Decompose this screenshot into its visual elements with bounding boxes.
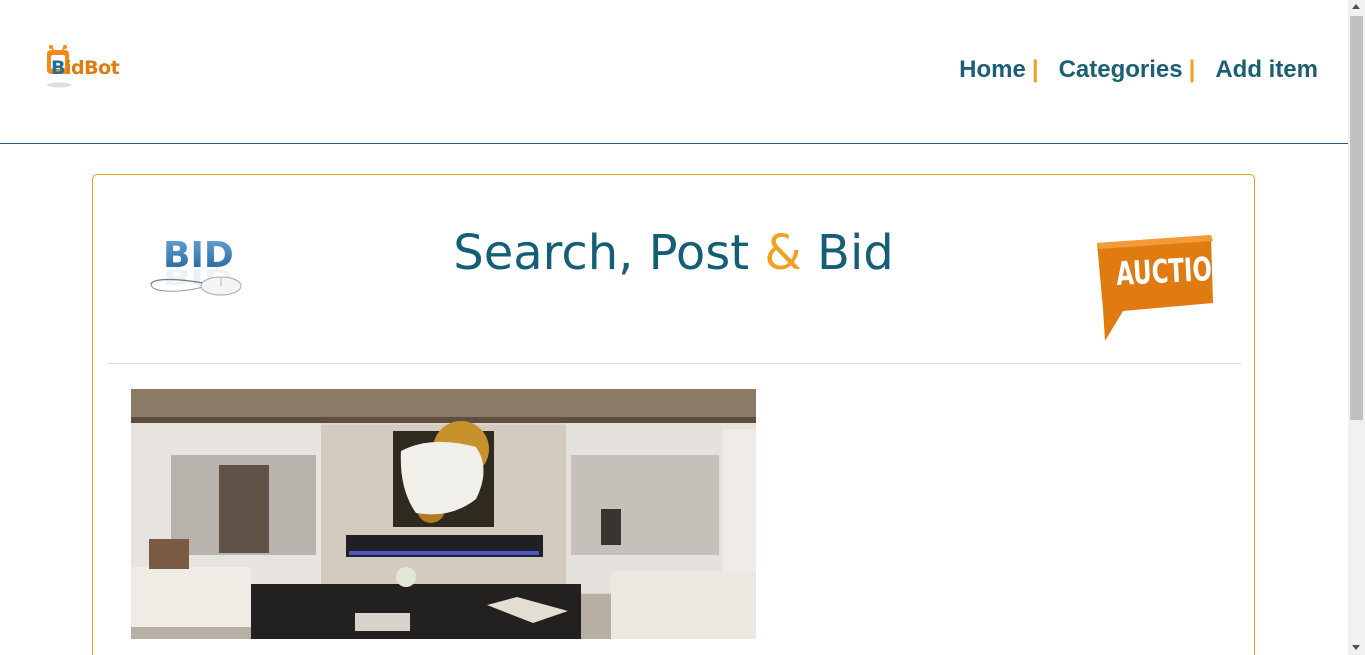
- listing-photo[interactable]: [131, 389, 756, 639]
- nav-separator: |: [1031, 56, 1039, 83]
- logo-first-letter: B: [51, 57, 65, 79]
- auction-flag-icon: AUCTION: [1097, 235, 1215, 341]
- page-scrollbar[interactable]: [1348, 0, 1365, 655]
- hero-title: Search, Post & Bid: [93, 225, 1254, 281]
- nav-categories-link[interactable]: Categories: [1059, 56, 1183, 84]
- main-nav: Home | Categories | Add item: [959, 56, 1318, 84]
- scrollbar-thumb[interactable]: [1350, 16, 1363, 420]
- nav-separator: |: [1188, 56, 1196, 83]
- nav-add-item-link[interactable]: Add item: [1215, 56, 1318, 84]
- hero-card: BID BID Search, Post & Bid AUCTION: [92, 174, 1255, 655]
- site-header: BidBot Home | Categories | Add item: [0, 0, 1348, 144]
- svg-text:AUCTION: AUCTION: [1115, 249, 1215, 293]
- nav-home-link[interactable]: Home: [959, 56, 1026, 84]
- logo-rest: idBot: [64, 57, 120, 79]
- hero-title-ampersand: &: [764, 225, 802, 281]
- scroll-up-arrow-icon[interactable]: [1352, 4, 1360, 9]
- hero-title-part1: Search, Post: [453, 225, 765, 281]
- bidbot-logo-text[interactable]: BidBot: [51, 57, 120, 79]
- hero-divider: [107, 363, 1241, 364]
- scroll-down-arrow-icon[interactable]: [1352, 645, 1360, 650]
- hero-title-part2: Bid: [801, 225, 894, 281]
